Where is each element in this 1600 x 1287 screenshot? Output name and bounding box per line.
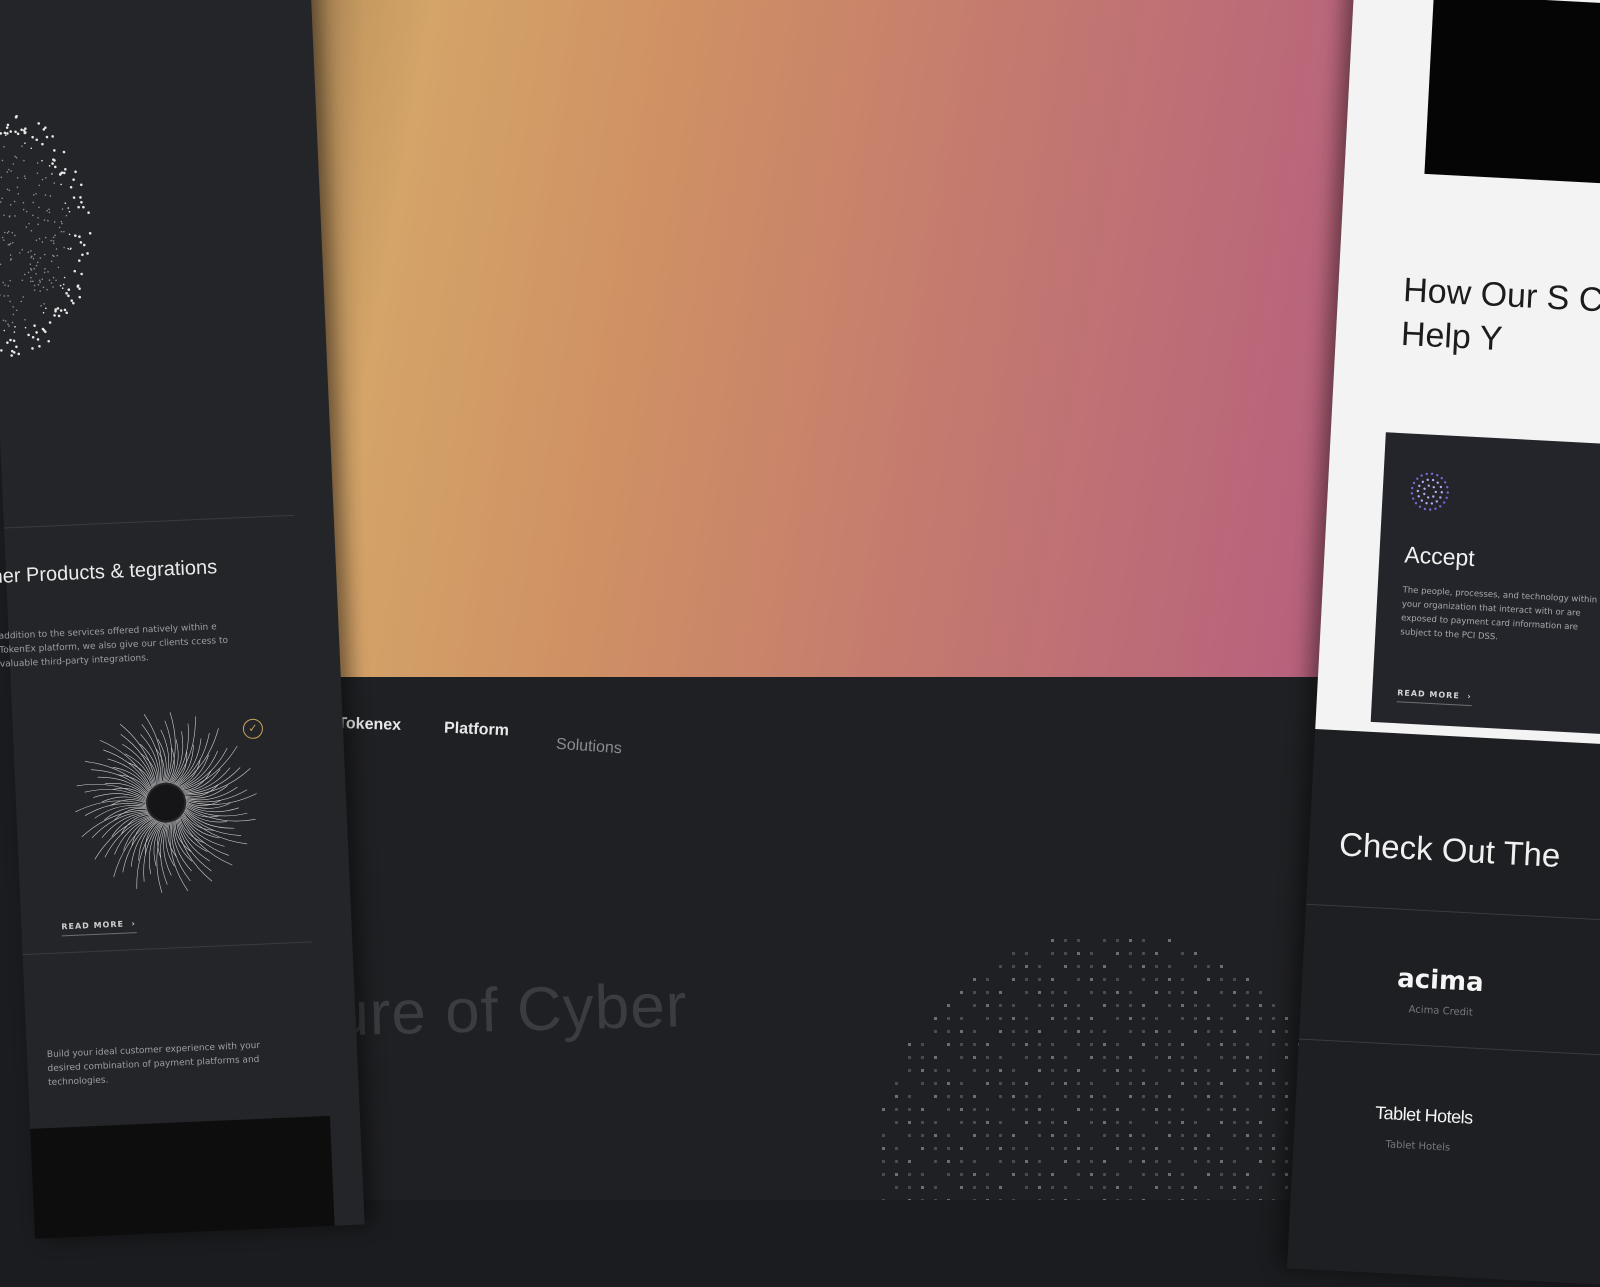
read-more-link[interactable]: READ MORE ›: [61, 919, 136, 936]
left-page-preview: ther Products & tegrations addition to t…: [0, 0, 365, 1239]
client-logo-acima: acima: [1396, 964, 1484, 998]
section-title: ther Products & tegrations: [0, 554, 246, 590]
line-burst-icon: [67, 709, 265, 897]
client-caption: Acima Credit: [1408, 1004, 1473, 1018]
read-more-link[interactable]: READ MORE ›: [1397, 688, 1472, 706]
read-more-label: READ MORE: [61, 920, 124, 932]
divider: [1299, 1039, 1600, 1057]
section-description: addition to the services offered nativel…: [0, 620, 230, 672]
chevron-right-icon: ›: [1463, 692, 1472, 701]
client-logo-tablet-hotels: Tablet Hotels: [1375, 1103, 1474, 1129]
main-page-preview: What is Tokenex Platform Solutions ture …: [196, 0, 1396, 1200]
client-caption: Tablet Hotels: [1385, 1139, 1450, 1153]
hero-headline: ture of Cyber: [315, 970, 688, 1051]
nav-item-platform[interactable]: Platform: [444, 720, 510, 741]
divider: [1306, 904, 1600, 922]
dot-globe-icon: [856, 900, 1306, 1200]
image-placeholder: [30, 1116, 335, 1239]
card-description: The people, processes, and technology wi…: [1400, 583, 1600, 649]
image-placeholder: [1424, 0, 1600, 188]
read-more-label: READ MORE: [1397, 688, 1460, 700]
divider: [4, 515, 294, 529]
hero-gradient-banner: [196, 0, 1396, 677]
service-card[interactable]: Accept The people, processes, and techno…: [1371, 432, 1600, 737]
dot-sphere-icon: [0, 94, 127, 372]
divider: [23, 941, 313, 955]
check-circle-icon: ✓: [242, 718, 263, 739]
top-navigation: What is Tokenex Platform Solutions: [276, 700, 836, 760]
card-title: Accept: [1404, 541, 1476, 572]
dot-sphere-icon: [1407, 469, 1453, 515]
chevron-right-icon: ›: [128, 919, 136, 928]
section-title: Check Out The: [1338, 825, 1561, 875]
section-description-2: Build your ideal customer experience wit…: [47, 1038, 279, 1090]
section-heading: How Our S Can Help Y: [1400, 268, 1600, 369]
nav-item-solutions[interactable]: Solutions: [555, 736, 622, 759]
